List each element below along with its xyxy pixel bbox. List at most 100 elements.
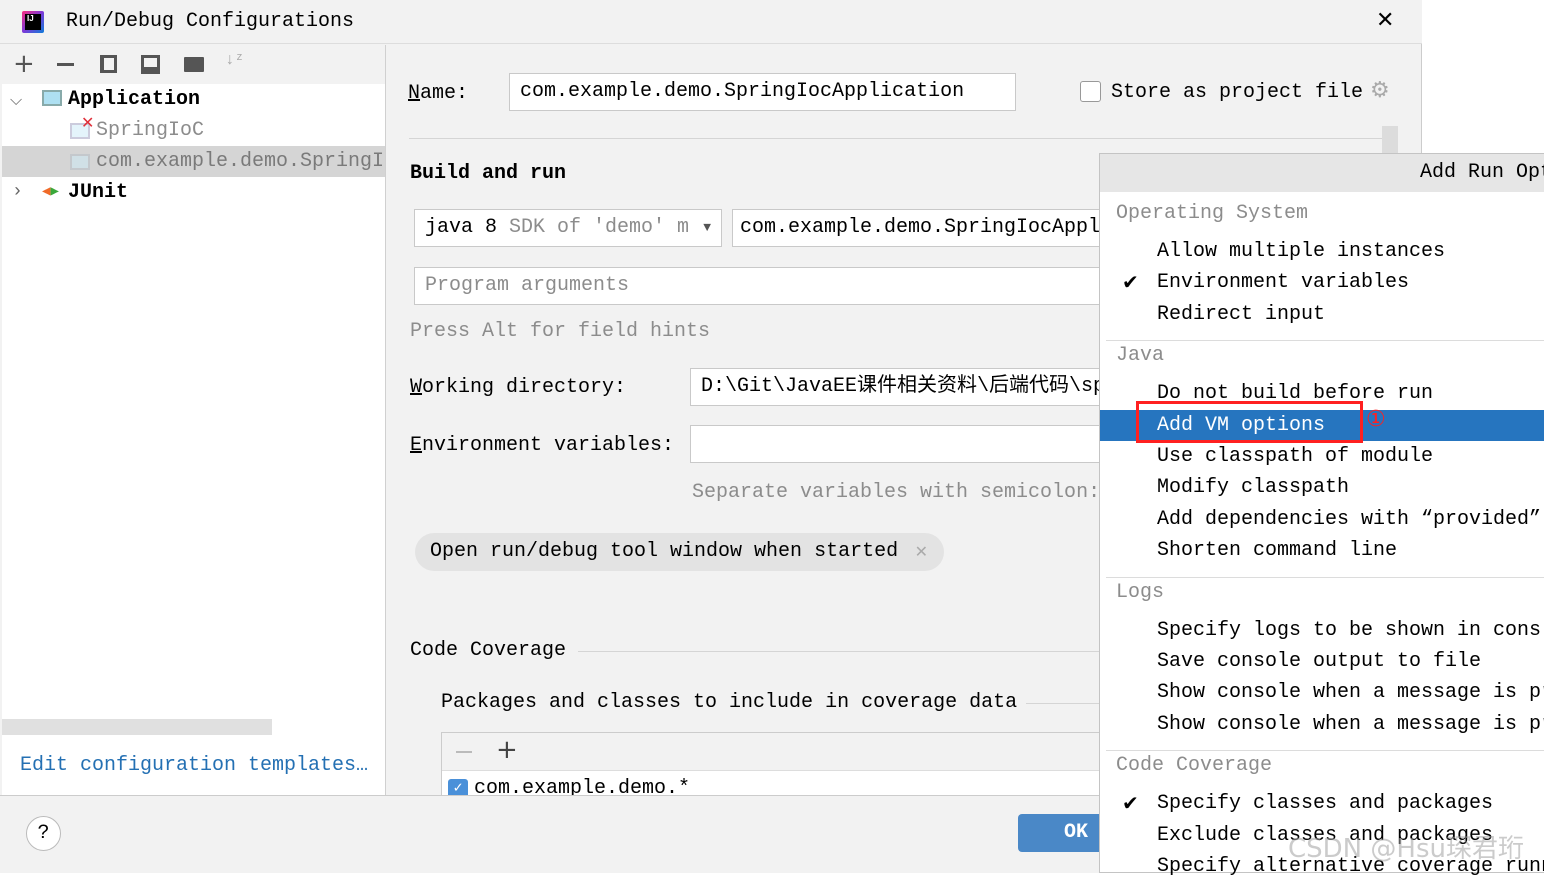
configurations-panel: + ↓ᶻ ⌵ Application ✕ SpringIoC com.examp… — [0, 45, 386, 795]
popup-item-label: Environment variables — [1157, 271, 1410, 295]
popup-item[interactable]: Modify classpath — [1100, 472, 1544, 503]
divider — [1026, 703, 1106, 704]
popup-item[interactable]: Add dependencies with “provided” — [1100, 504, 1544, 535]
packages-label: Packages and classes to include in cover… — [441, 691, 1018, 714]
chip-label: Open run/debug tool window when started — [430, 540, 899, 563]
popup-title: Add Run Opt — [1420, 161, 1544, 184]
copy-icon[interactable] — [100, 55, 117, 73]
popup-item[interactable]: Save console output to file — [1100, 646, 1544, 677]
popup-item[interactable]: Shorten command line — [1100, 535, 1544, 566]
sort-az-icon[interactable]: ↓ᶻ — [225, 51, 244, 69]
environment-variables-label: Environment variables: — [410, 434, 674, 457]
vertical-scrollbar[interactable] — [1382, 126, 1398, 156]
popup-item[interactable]: ✔ Environment variables — [1100, 267, 1544, 298]
sdk-select[interactable]: java 8 SDK of 'demo' m ▼ — [414, 209, 722, 247]
horizontal-scrollbar[interactable] — [2, 719, 272, 735]
program-arguments-input[interactable]: Program arguments — [414, 267, 1114, 305]
environment-variables-input[interactable] — [690, 425, 1110, 463]
edit-templates-link[interactable]: Edit configuration templates… — [20, 754, 368, 777]
popup-item[interactable]: Use classpath of module — [1100, 441, 1544, 472]
popup-item-label: Add dependencies with “provided” — [1157, 507, 1542, 531]
popup-item[interactable]: Show console when a message is pr — [1100, 677, 1544, 708]
popup-item-label: Show console when a message is pr — [1157, 712, 1544, 736]
popup-item[interactable]: ✔ Specify classes and packages — [1100, 788, 1544, 819]
popup-item-label: Redirect input — [1157, 302, 1326, 326]
name-label-text: Name: — [408, 82, 469, 105]
watermark: CSDN @Hsu琛君珩 — [1288, 834, 1524, 864]
tree-item-label: com.example.demo.SpringI — [96, 150, 385, 173]
divider — [578, 651, 1108, 652]
plus-icon[interactable]: + — [13, 49, 35, 79]
popup-item-label: Specify logs to be shown in cons — [1157, 618, 1542, 642]
open-tool-window-chip[interactable]: Open run/debug tool window when started … — [415, 533, 944, 571]
close-icon[interactable]: ✕ — [1376, 8, 1394, 33]
main-class-input[interactable]: com.example.demo.SpringIocAppl — [732, 209, 1112, 247]
minus-icon[interactable] — [57, 63, 74, 66]
tree-item-application[interactable]: ⌵ Application — [2, 84, 385, 115]
popup-item[interactable]: Allow multiple instances — [1100, 236, 1544, 267]
popup-divider — [1106, 576, 1544, 578]
application-icon — [42, 90, 62, 106]
popup-divider — [1106, 750, 1544, 752]
popup-item-label: Show console when a message is pr — [1157, 681, 1544, 705]
gear-icon[interactable]: ⚙ — [1370, 78, 1390, 103]
save-icon[interactable] — [141, 55, 160, 74]
sdk-detail: SDK of 'demo' m — [509, 216, 690, 239]
error-x-icon: ✕ — [81, 113, 95, 132]
popup-group-heading: Operating System — [1116, 202, 1309, 225]
coverage-table: + ✓ com.example.demo.* — [441, 732, 1111, 802]
environment-variables-label-text: Environment variables: — [410, 434, 675, 457]
application-icon — [70, 154, 90, 170]
divider — [409, 138, 1389, 139]
name-label: Name: — [408, 82, 468, 105]
window-title: Run/Debug Configurations — [66, 10, 355, 33]
popup-item-label: Shorten command line — [1157, 539, 1398, 563]
chevron-down-icon: ▼ — [703, 220, 711, 235]
field-hint: Press Alt for field hints — [410, 320, 711, 343]
new-folder-icon[interactable] — [184, 57, 204, 72]
popup-group-heading: Logs — [1116, 580, 1165, 604]
popup-item-label: Modify classpath — [1157, 476, 1350, 500]
code-coverage-heading: Code Coverage — [410, 639, 567, 662]
intellij-logo-icon: IJ — [22, 11, 44, 33]
popup-group-heading: Java — [1116, 344, 1165, 368]
working-directory-label-text: Working directory: — [410, 376, 627, 399]
popup-item-label: Use classpath of module — [1157, 445, 1434, 468]
store-checkbox[interactable] — [1080, 81, 1101, 102]
working-directory-input[interactable]: D:\Git\JavaEE课件相关资料\后端代码\sp — [690, 368, 1110, 406]
store-label[interactable]: Store as project file — [1111, 81, 1363, 104]
popup-item[interactable]: Redirect input — [1100, 299, 1544, 330]
name-input[interactable]: com.example.demo.SpringIocApplication — [509, 73, 1016, 111]
add-run-options-popup: Add Run Opt Operating System Allow multip… — [1099, 153, 1544, 878]
annotation-marker: ① — [1366, 407, 1386, 432]
minus-icon[interactable] — [456, 751, 472, 753]
sdk-value: java 8 — [425, 216, 498, 239]
chevron-right-icon[interactable]: › — [12, 177, 23, 208]
popup-item[interactable]: Show console when a message is pr — [1100, 709, 1544, 740]
configuration-tree: ⌵ Application ✕ SpringIoC com.example.de… — [2, 84, 385, 795]
check-icon: ✔ — [1122, 270, 1139, 295]
popup-item-label: Specify classes and packages — [1157, 792, 1494, 816]
tree-item-label: JUnit — [68, 181, 129, 204]
help-button[interactable]: ? — [26, 816, 61, 851]
popup-item[interactable]: Specify logs to be shown in cons — [1100, 615, 1544, 646]
build-and-run-heading: Build and run — [410, 162, 567, 185]
tree-item-junit[interactable]: › ◀▶ JUnit — [2, 177, 385, 208]
popup-header: Add Run Opt — [1100, 154, 1544, 192]
popup-group-heading: Code Coverage — [1116, 754, 1273, 778]
check-icon: ✔ — [1122, 791, 1139, 816]
tree-item-label: SpringIoC — [96, 119, 205, 142]
popup-item-label: Allow multiple instances — [1157, 240, 1446, 263]
tree-item-selected[interactable]: com.example.demo.SpringI — [2, 146, 385, 177]
working-directory-label: Working directory: — [410, 376, 626, 399]
env-hint: Separate variables with semicolon: — [692, 481, 1101, 504]
coverage-toolbar: + — [442, 733, 1110, 771]
remove-chip-icon[interactable]: ✕ — [915, 533, 928, 571]
tree-item-springioc[interactable]: ✕ SpringIoC — [2, 113, 385, 146]
highlight-annotation-box — [1136, 401, 1363, 443]
popup-item-label: Save console output to file — [1157, 650, 1482, 673]
junit-icon: ◀▶ — [42, 184, 59, 200]
title-bar: IJ Run/Debug Configurations ✕ — [0, 0, 1422, 44]
add-dropdown-icon[interactable]: + — [496, 735, 518, 765]
chevron-down-icon[interactable]: ⌵ — [10, 84, 22, 115]
